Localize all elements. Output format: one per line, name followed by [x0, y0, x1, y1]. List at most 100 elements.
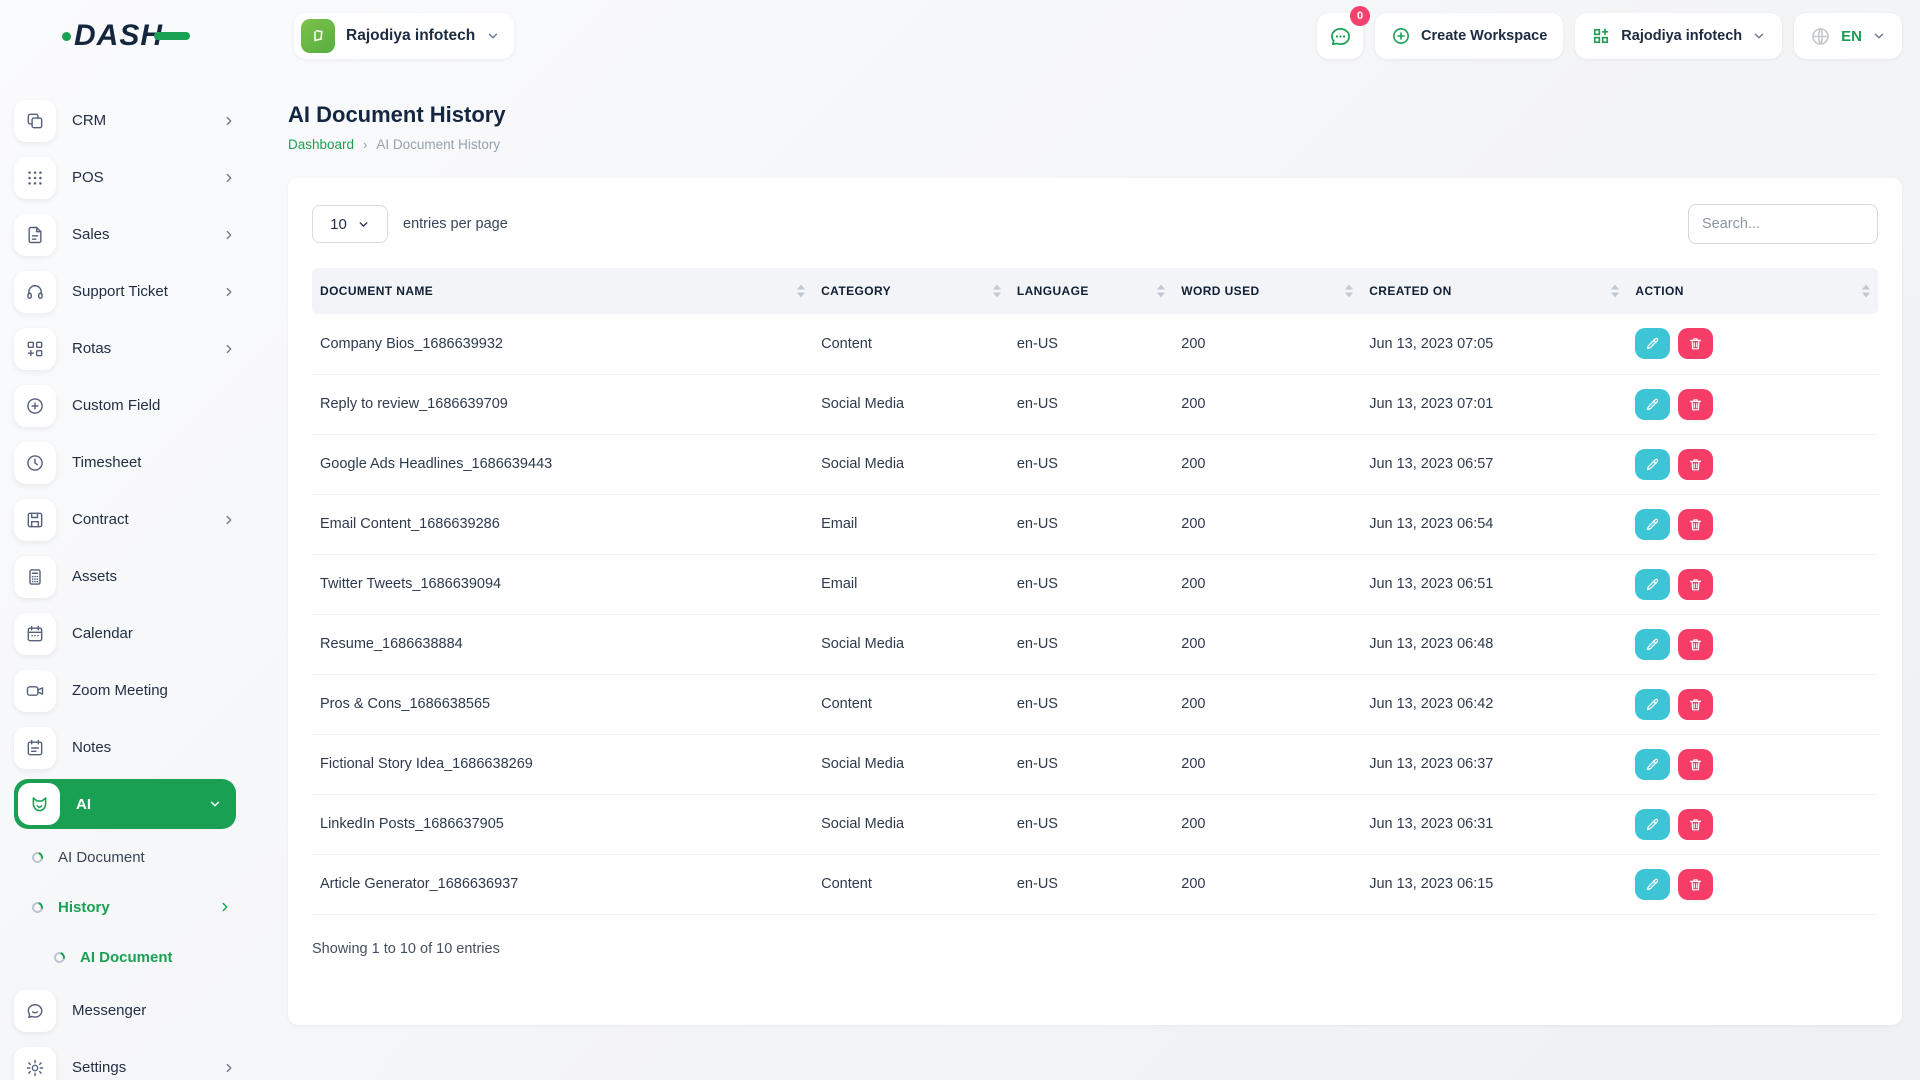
edit-button[interactable] [1635, 808, 1671, 840]
logo[interactable]: DASH [0, 19, 252, 53]
sidebar-subitem-ai-document[interactable]: AI Document [14, 832, 236, 882]
sidebar-item-rotas[interactable]: Rotas [14, 320, 236, 377]
language-selector[interactable]: EN [1794, 13, 1902, 59]
sidebar-item-notes[interactable]: Notes [14, 719, 236, 776]
column-label: CREATED ON [1369, 284, 1452, 298]
cell-language: en-US [1008, 734, 1174, 795]
sidebar-item-sales[interactable]: Sales [14, 206, 236, 263]
chevron-right-icon [226, 173, 232, 182]
sidebar-item-pos[interactable]: POS [14, 149, 236, 206]
sidebar-item-messenger[interactable]: Messenger [14, 982, 236, 1039]
delete-button[interactable] [1678, 448, 1714, 480]
edit-button[interactable] [1635, 868, 1671, 900]
video-camera-icon [26, 685, 44, 696]
column-header-category[interactable]: CATEGORY [813, 268, 1009, 314]
delete-button[interactable] [1678, 748, 1714, 780]
cell-language: en-US [1008, 434, 1174, 495]
delete-button[interactable] [1678, 508, 1714, 540]
delete-button[interactable] [1678, 328, 1714, 360]
cell-word-used: 200 [1173, 374, 1362, 435]
entries-per-page-select[interactable]: 10 [312, 205, 388, 243]
table-row: LinkedIn Posts_1686637905 Social Media e… [312, 794, 1878, 855]
trash-icon [1690, 518, 1702, 530]
pencil-icon [1647, 458, 1659, 470]
cell-language: en-US [1008, 494, 1174, 555]
cell-word-used: 200 [1173, 554, 1362, 615]
table-row: Company Bios_1686639932 Content en-US 20… [312, 314, 1878, 375]
pencil-icon [1647, 398, 1659, 410]
pencil-icon [1647, 338, 1659, 350]
account-menu[interactable]: Rajodiya infotech [1575, 13, 1783, 59]
sidebar: CRM POS Sales Support Ticket Rotas Custo… [0, 72, 252, 1080]
pencil-icon [1647, 518, 1659, 530]
delete-button[interactable] [1678, 808, 1714, 840]
edit-button[interactable] [1635, 328, 1671, 360]
edit-button[interactable] [1635, 388, 1671, 420]
sidebar-item-calendar[interactable]: Calendar [14, 605, 236, 662]
breadcrumb-dashboard-link[interactable]: Dashboard [288, 137, 354, 152]
zoom-icon-box [14, 669, 56, 712]
sidebar-item-ai[interactable]: AI [14, 779, 236, 829]
delete-button[interactable] [1678, 868, 1714, 900]
sidebar-item-label: Custom Field [72, 397, 161, 414]
chevron-right-icon [226, 515, 232, 524]
sidebar-item-assets[interactable]: Assets [14, 548, 236, 605]
sidebar-item-support-ticket[interactable]: Support Ticket [14, 263, 236, 320]
sidebar-item-crm[interactable]: CRM [14, 92, 236, 149]
edit-button[interactable] [1635, 688, 1671, 720]
sidebar-item-settings[interactable]: Settings [14, 1039, 236, 1080]
edit-button[interactable] [1635, 508, 1671, 540]
cell-language: en-US [1008, 374, 1174, 435]
sidebar-subitem-history[interactable]: History [14, 882, 236, 932]
messages-button[interactable]: 0 [1317, 6, 1371, 59]
sales-icon-box [14, 213, 56, 256]
support-icon-box [14, 270, 56, 313]
column-header-word-used[interactable]: WORD USED [1173, 268, 1362, 314]
trash-icon [1690, 458, 1702, 470]
chevron-right-icon [226, 287, 232, 296]
ai-icon-box [18, 783, 60, 825]
cell-actions [1627, 374, 1878, 435]
edit-button[interactable] [1635, 568, 1671, 600]
sidebar-item-zoom-meeting[interactable]: Zoom Meeting [14, 662, 236, 719]
cell-created-on: Jun 13, 2023 07:05 [1361, 314, 1628, 375]
sidebar-item-label: Contract [72, 511, 129, 528]
cell-word-used: 200 [1173, 734, 1362, 795]
workspace-switcher[interactable]: Rajodiya infotech [294, 13, 515, 59]
cell-created-on: Jun 13, 2023 06:57 [1361, 434, 1628, 495]
cell-word-used: 200 [1173, 434, 1362, 495]
delete-button[interactable] [1678, 628, 1714, 660]
cell-category: Email [813, 554, 1009, 615]
sidebar-item-label: CRM [72, 112, 107, 129]
search-input[interactable] [1688, 204, 1878, 244]
delete-button[interactable] [1678, 388, 1714, 420]
pencil-icon [1647, 758, 1659, 770]
column-header-action[interactable]: ACTION [1627, 268, 1878, 314]
edit-button[interactable] [1635, 748, 1671, 780]
edit-button[interactable] [1635, 448, 1671, 480]
cell-document-name: Email Content_1686639286 [312, 494, 814, 555]
chevron-down-icon [210, 801, 220, 807]
history-card: 10 entries per page DOCUMENT NAME CATEGO… [288, 178, 1902, 1025]
sidebar-item-label: Messenger [72, 1002, 147, 1019]
chevron-right-icon [226, 230, 232, 239]
trash-icon [1690, 338, 1702, 350]
timesheet-icon-box [14, 441, 56, 484]
sidebar-item-label: Timesheet [72, 454, 142, 471]
sidebar-subitem-history-ai-document[interactable]: AI Document [14, 932, 236, 982]
pos-grid-icon [28, 170, 42, 185]
sidebar-item-contract[interactable]: Contract [14, 491, 236, 548]
sidebar-item-custom-field[interactable]: Custom Field [14, 377, 236, 434]
delete-button[interactable] [1678, 688, 1714, 720]
workspace-avatar [301, 19, 335, 53]
pencil-icon [1647, 698, 1659, 710]
create-workspace-button[interactable]: Create Workspace [1375, 13, 1564, 59]
delete-button[interactable] [1678, 568, 1714, 600]
column-header-language[interactable]: LANGUAGE [1008, 268, 1174, 314]
sidebar-item-label: Assets [72, 568, 118, 585]
column-header-created-on[interactable]: CREATED ON [1361, 268, 1628, 314]
edit-button[interactable] [1635, 628, 1671, 660]
sidebar-item-timesheet[interactable]: Timesheet [14, 434, 236, 491]
column-header-document-name[interactable]: DOCUMENT NAME [312, 268, 814, 314]
pos-icon-box [14, 156, 56, 199]
